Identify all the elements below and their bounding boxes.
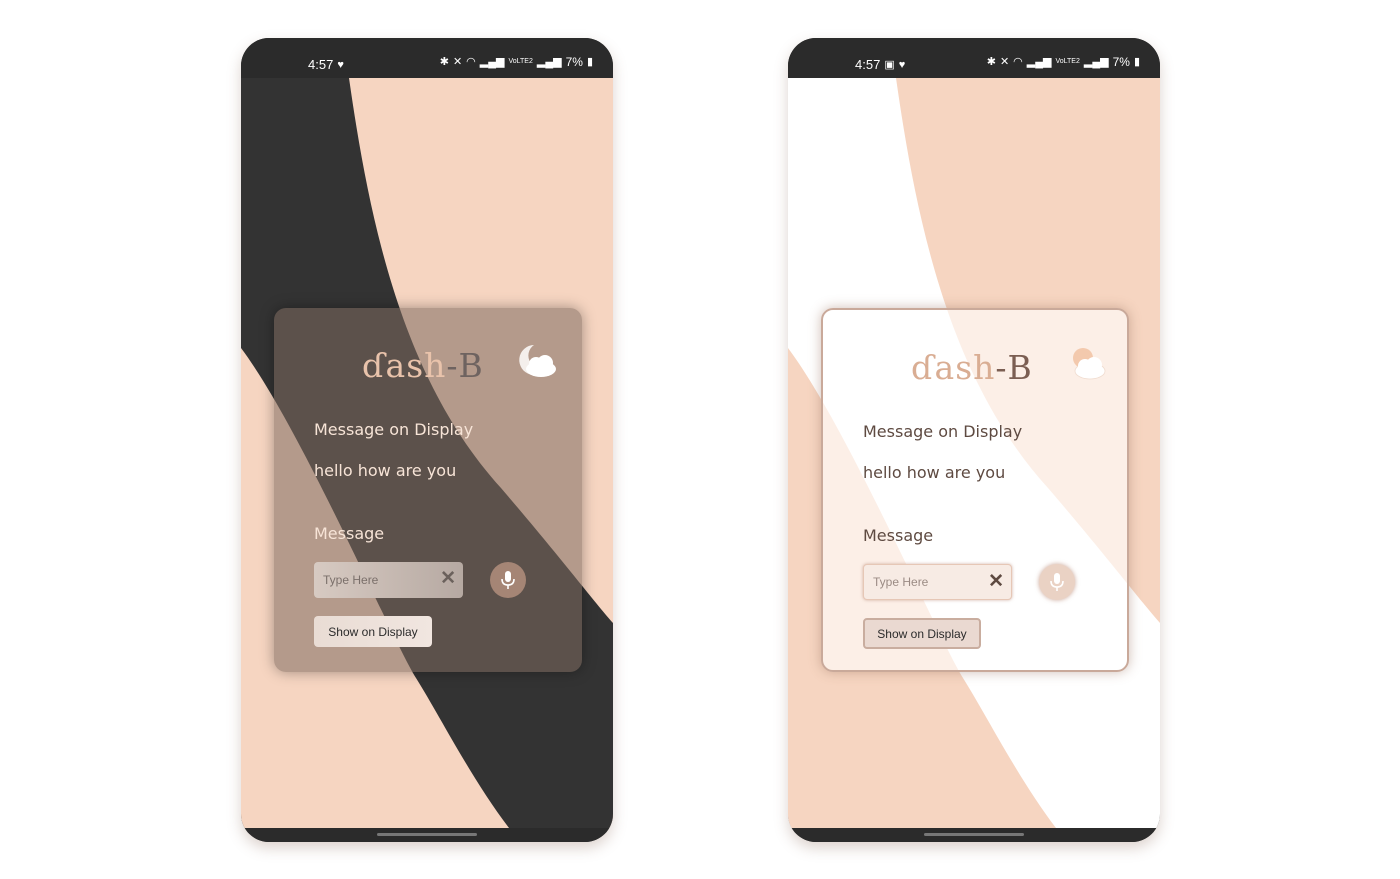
close-icon[interactable]: ✕ [440, 568, 456, 590]
message-label: Message [863, 526, 934, 545]
status-bar: 4:57 ▣ ♥ ✱ ✕ ◠ ▂▄▆ VoLTE2 ▂▄▆ 7% ▮ [788, 38, 1160, 78]
app-screen: ɗash-B Message on Display hello how are … [241, 78, 613, 828]
battery-icon: ▮ [586, 56, 593, 68]
message-input[interactable]: Type Here ✕ [863, 564, 1012, 600]
battery-percent: 7% [565, 55, 583, 69]
wifi-icon: ◠ [466, 56, 476, 68]
input-placeholder: Type Here [323, 573, 379, 587]
display-label: Message on Display [314, 420, 474, 439]
app-screen: ɗash-B Message on Display hello how are … [788, 78, 1160, 828]
microphone-icon [1050, 573, 1064, 591]
close-icon[interactable]: ✕ [988, 571, 1004, 593]
heart-icon: ♥ [898, 58, 906, 71]
navigation-bar [788, 828, 1160, 842]
sun-cloud-icon [1073, 348, 1106, 380]
status-time: 4:57 [855, 57, 881, 72]
microphone-button[interactable] [1039, 564, 1075, 600]
navigation-bar [241, 828, 613, 842]
phone-light-theme: 4:57 ▣ ♥ ✱ ✕ ◠ ▂▄▆ VoLTE2 ▂▄▆ 7% ▮ ɗash-… [788, 38, 1160, 842]
signal-icon: ▂▄▆ [479, 56, 505, 68]
microphone-icon [501, 571, 515, 589]
microphone-button[interactable] [490, 562, 526, 598]
message-card: ɗash-B Message on Display hello how are … [274, 308, 582, 672]
input-placeholder: Type Here [873, 575, 929, 589]
app-logo: ɗash-B [362, 346, 484, 385]
bluetooth-icon: ✱ [439, 56, 449, 68]
display-value: hello how are you [314, 461, 457, 480]
home-handle[interactable] [377, 833, 477, 836]
network-type: VoLTE2 [1055, 58, 1080, 65]
display-value: hello how are you [863, 463, 1006, 482]
status-time: 4:57 [308, 57, 334, 72]
wifi-icon: ◠ [1013, 56, 1023, 68]
signal-icon: ▂▄▆ [1026, 56, 1052, 68]
display-label: Message on Display [863, 422, 1023, 441]
home-handle[interactable] [924, 833, 1024, 836]
message-card: ɗash-B Message on Display hello how are … [821, 308, 1129, 672]
heart-icon: ♥ [337, 58, 344, 71]
signal-icon: ▂▄▆ [536, 56, 562, 68]
network-type: VoLTE2 [508, 58, 533, 65]
moon-cloud-icon [519, 345, 556, 377]
image-icon: ▣ [884, 58, 895, 71]
show-on-display-button[interactable]: Show on Display [863, 618, 981, 649]
message-input[interactable]: Type Here ✕ [314, 562, 463, 598]
signal-icon: ▂▄▆ [1083, 56, 1109, 68]
phone-dark-theme: 4:57 ♥ ✱ ✕ ◠ ▂▄▆ VoLTE2 ▂▄▆ 7% ▮ ɗash-B [241, 38, 613, 842]
app-logo: ɗash-B [911, 348, 1033, 387]
mute-icon: ✕ [999, 56, 1010, 68]
battery-percent: 7% [1112, 55, 1130, 69]
battery-icon: ▮ [1133, 56, 1140, 68]
message-label: Message [314, 524, 385, 543]
status-bar: 4:57 ♥ ✱ ✕ ◠ ▂▄▆ VoLTE2 ▂▄▆ 7% ▮ [241, 38, 613, 78]
bluetooth-icon: ✱ [986, 56, 996, 68]
show-on-display-button[interactable]: Show on Display [314, 616, 432, 647]
mute-icon: ✕ [452, 56, 463, 68]
